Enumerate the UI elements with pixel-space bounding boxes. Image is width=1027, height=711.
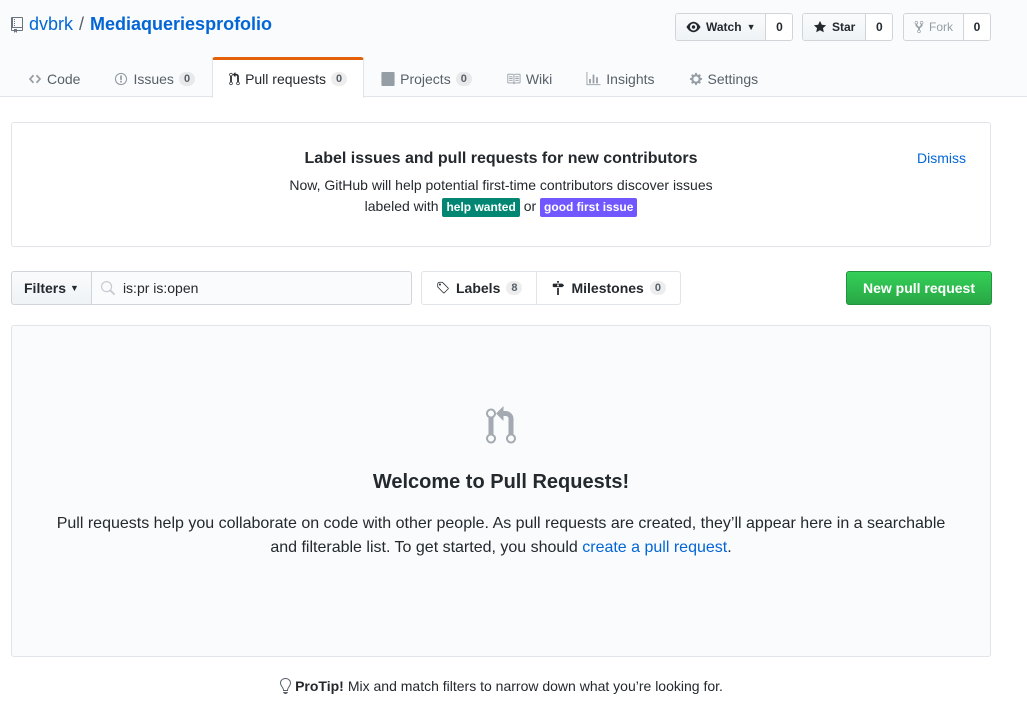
milestone-icon xyxy=(553,281,565,295)
empty-state: Welcome to Pull Requests! Pull requests … xyxy=(11,325,991,657)
graph-icon xyxy=(586,71,601,85)
tab-code[interactable]: Code xyxy=(11,57,97,97)
search-input[interactable]: is:pr is:open xyxy=(91,271,412,305)
gear-icon xyxy=(689,72,702,85)
tab-pull-requests-label: Pull requests xyxy=(245,71,326,87)
tab-issues[interactable]: Issues 0 xyxy=(97,57,212,97)
banner-or: or xyxy=(523,198,537,214)
fork-group: Fork 0 xyxy=(903,13,991,41)
star-icon xyxy=(813,20,827,33)
fork-icon xyxy=(914,20,924,34)
watch-button[interactable]: Watch ▼ xyxy=(676,14,767,40)
tab-projects-label: Projects xyxy=(400,70,451,87)
star-group: Star 0 xyxy=(802,13,894,41)
issues-counter: 0 xyxy=(178,71,196,86)
protip: ProTip! Mix and match filters to narrow … xyxy=(0,678,1002,694)
star-count[interactable]: 0 xyxy=(866,14,893,40)
new-pull-request-button[interactable]: New pull request xyxy=(846,271,992,305)
project-icon xyxy=(381,71,395,86)
tab-issues-label: Issues xyxy=(133,70,174,87)
empty-state-end: . xyxy=(727,539,732,556)
caret-down-icon: ▼ xyxy=(70,283,79,293)
tab-code-label: Code xyxy=(47,70,81,87)
tab-pull-requests[interactable]: Pull requests 0 xyxy=(212,57,365,98)
fork-button[interactable]: Fork xyxy=(904,14,964,40)
pulls-counter: 0 xyxy=(331,72,348,86)
fork-count[interactable]: 0 xyxy=(964,14,990,40)
caret-down-icon: ▼ xyxy=(746,22,756,32)
empty-state-text: Pull requests help you collaborate on co… xyxy=(51,512,951,560)
empty-state-body: Pull requests help you collaborate on co… xyxy=(56,515,946,556)
milestones-link[interactable]: Milestones 0 xyxy=(536,272,679,304)
dismiss-button[interactable]: Dismiss xyxy=(917,150,966,166)
projects-counter: 0 xyxy=(455,71,472,86)
good-first-issue-label[interactable]: good first issue xyxy=(540,198,638,217)
milestones-label: Milestones xyxy=(571,280,644,296)
filters-label: Filters xyxy=(24,280,67,296)
tab-settings[interactable]: Settings xyxy=(672,57,776,97)
issue-icon xyxy=(115,72,128,85)
filters-bar: Filters ▼ is:pr is:open xyxy=(11,271,412,305)
eye-icon xyxy=(686,21,701,33)
protip-text: Mix and match filters to narrow down wha… xyxy=(347,678,723,694)
star-button[interactable]: Star xyxy=(803,14,867,40)
repo-separator: / xyxy=(79,14,85,34)
tab-wiki[interactable]: Wiki xyxy=(489,57,569,97)
watch-count[interactable]: 0 xyxy=(766,14,793,40)
code-icon xyxy=(28,74,42,83)
repo-owner-link[interactable]: dvbrk xyxy=(29,14,73,35)
tab-insights[interactable]: Insights xyxy=(569,57,671,97)
labels-label: Labels xyxy=(456,280,501,296)
fork-label: Fork xyxy=(929,20,953,34)
tab-wiki-label: Wiki xyxy=(525,70,553,87)
repo-icon xyxy=(11,16,23,33)
banner-line2-prefix: labeled with xyxy=(364,198,439,214)
repo-nav: Code Issues 0 Pull requests 0 Projects 0… xyxy=(11,57,776,98)
repo-name-link[interactable]: Mediaqueriesprofolio xyxy=(90,14,272,35)
help-wanted-label[interactable]: help wanted xyxy=(442,198,520,217)
git-pull-request-icon xyxy=(486,406,516,444)
labels-counter: 8 xyxy=(506,281,523,295)
banner-title: Label issues and pull requests for new c… xyxy=(304,150,698,167)
book-icon xyxy=(507,73,521,84)
banner-text: Now, GitHub will help potential first-ti… xyxy=(12,175,990,217)
watch-label: Watch xyxy=(706,20,742,34)
tag-icon xyxy=(437,281,449,294)
create-pull-request-link[interactable]: create a pull request xyxy=(582,539,727,556)
tab-projects[interactable]: Projects 0 xyxy=(364,57,489,97)
watch-group: Watch ▼ 0 xyxy=(675,13,794,41)
tab-settings-label: Settings xyxy=(707,70,759,87)
banner-line1: Now, GitHub will help potential first-ti… xyxy=(289,177,713,193)
repo-header: dvbrk / Mediaqueriesprofolio Watch ▼ 0 S… xyxy=(0,0,1027,98)
labels-milestones-group: Labels 8 Milestones 0 xyxy=(421,271,681,305)
tab-insights-label: Insights xyxy=(606,70,655,87)
labels-link[interactable]: Labels 8 xyxy=(422,272,536,304)
search-value: is:pr is:open xyxy=(122,280,199,296)
milestones-counter: 0 xyxy=(649,281,666,295)
empty-state-title: Welcome to Pull Requests! xyxy=(372,471,630,493)
search-icon xyxy=(100,280,115,295)
star-label: Star xyxy=(832,20,856,34)
protip-label: ProTip! xyxy=(295,678,344,694)
repo-title: dvbrk / Mediaqueriesprofolio xyxy=(11,14,272,35)
contributor-labels-banner: Label issues and pull requests for new c… xyxy=(11,122,991,247)
light-bulb-icon xyxy=(280,678,292,694)
git-pull-request-icon xyxy=(229,72,240,86)
filters-button[interactable]: Filters ▼ xyxy=(11,271,92,305)
